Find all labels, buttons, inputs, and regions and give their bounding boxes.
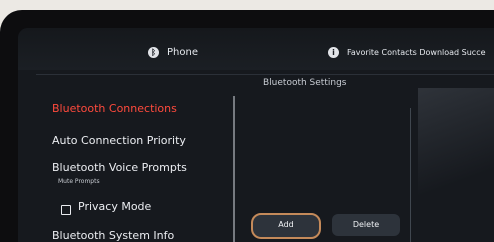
page-title: Bluetooth Settings (263, 78, 347, 88)
add-button[interactable]: Add (251, 213, 321, 239)
menu-voice-prompts-subtitle: Mute Prompts (58, 178, 100, 185)
menu-bluetooth-system-info[interactable]: Bluetooth System Info (52, 229, 174, 242)
menu-divider (233, 96, 235, 242)
menu-bluetooth-voice-prompts[interactable]: Bluetooth Voice Prompts (52, 161, 187, 174)
privacy-mode-checkbox[interactable] (61, 205, 71, 215)
menu-auto-connection-priority[interactable]: Auto Connection Priority (52, 134, 186, 147)
title-divider (36, 74, 494, 75)
tab-phone-label: Phone (167, 46, 198, 58)
panel-divider (410, 108, 411, 242)
notification-text: Favorite Contacts Download Succe (347, 47, 486, 57)
notification-favorite-contacts: i Favorite Contacts Download Succe (328, 43, 494, 61)
screen-glare (418, 88, 494, 242)
menu-privacy-mode[interactable]: Privacy Mode (78, 200, 151, 213)
tab-phone[interactable]: ᛒ Phone (148, 43, 198, 61)
menu-bluetooth-connections[interactable]: Bluetooth Connections (52, 102, 177, 115)
infotainment-screen: ᛒ Phone i Favorite Contacts Download Suc… (18, 28, 494, 242)
info-icon: i (328, 46, 339, 58)
top-bar: ᛒ Phone i Favorite Contacts Download Suc… (18, 28, 494, 70)
delete-button[interactable]: Delete (332, 214, 400, 236)
bluetooth-icon: ᛒ (148, 46, 159, 58)
